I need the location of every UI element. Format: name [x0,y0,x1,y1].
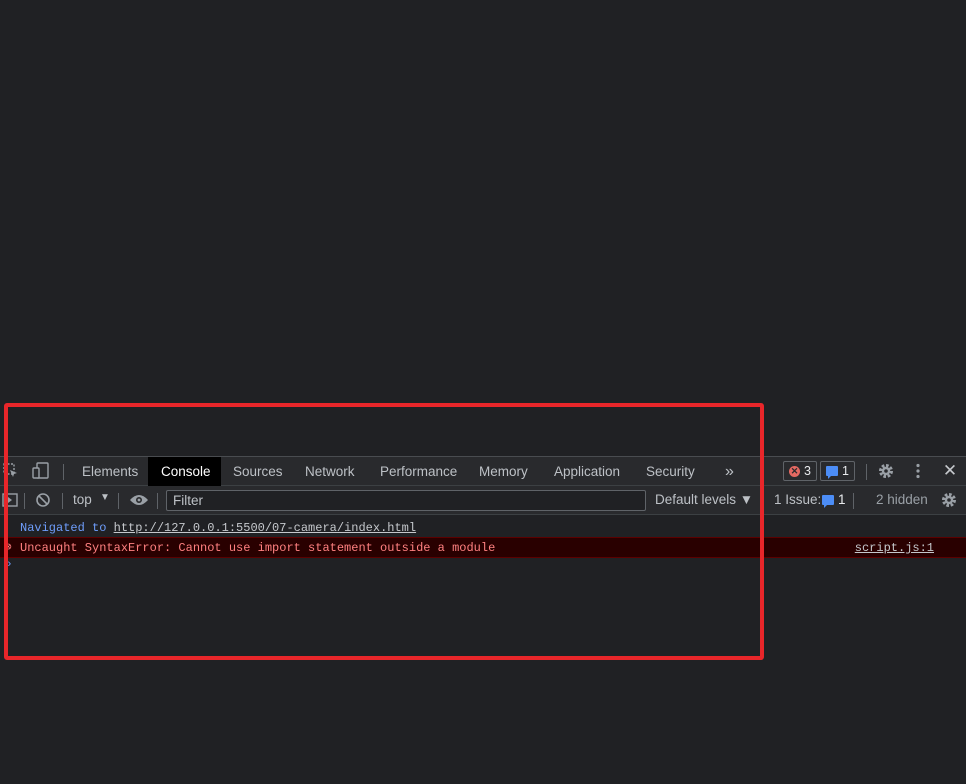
tab-elements[interactable]: Elements [74,457,146,486]
message-count-badge[interactable]: 1 [820,461,855,481]
message-icon [822,494,834,508]
divider [866,464,867,480]
error-icon: ✕ [789,465,800,477]
divider [118,493,119,509]
console-toolbar: top ▼ Default levels ▼ 1 Issue: 1 2 hidd… [0,486,966,515]
settings-gear-icon[interactable] [877,462,895,480]
sidebar-toggle-icon[interactable] [2,493,18,512]
console-output[interactable]: Navigated to http://127.0.0.1:5500/07-ca… [0,515,966,784]
log-levels-dropdown[interactable]: Default levels ▼ [655,492,753,507]
filter-input[interactable] [166,490,646,511]
message-count: 1 [842,464,849,478]
device-toolbar-icon[interactable] [32,462,50,480]
console-prompt-icon[interactable]: › [6,559,13,571]
divider [62,493,63,509]
error-text: Uncaught SyntaxError: Cannot use import … [20,541,496,555]
tab-performance[interactable]: Performance [372,457,465,486]
error-source-link[interactable]: script.js:1 [855,538,934,559]
eye-icon[interactable] [129,493,149,512]
divider [762,493,763,509]
clear-console-icon[interactable] [35,492,51,513]
inspect-element-icon[interactable] [2,462,20,480]
tab-console[interactable]: Console [148,457,221,486]
message-icon [826,466,838,479]
divider [853,493,854,509]
tab-security[interactable]: Security [638,457,703,486]
chevron-down-icon: ▼ [100,492,110,503]
issues-label[interactable]: 1 Issue: [774,492,821,507]
console-navigation-message: Navigated to http://127.0.0.1:5500/07-ca… [0,519,966,537]
console-error-message: ⊗ Uncaught SyntaxError: Cannot use impor… [0,537,966,558]
divider [24,493,25,509]
more-tabs-button[interactable]: » [717,457,742,486]
error-icon: ⊗ [5,542,12,554]
tab-sources[interactable]: Sources [225,457,291,486]
divider [63,464,64,480]
divider [157,493,158,509]
context-selector[interactable]: top [73,492,92,507]
tab-application[interactable]: Application [546,457,628,486]
console-settings-gear-icon[interactable] [940,491,958,514]
nav-prefix: Navigated to [20,521,107,535]
devtools-tabbar: Elements Console Sources Network Perform… [0,456,966,486]
tab-memory[interactable]: Memory [471,457,536,486]
more-options-icon[interactable] [909,462,927,480]
close-icon[interactable]: ✕ [941,461,959,480]
error-count-badge[interactable]: ✕ 3 [783,461,817,481]
issues-count: 1 [838,492,846,507]
page-viewport [0,0,966,456]
hidden-messages-count: 2 hidden [876,492,928,507]
nav-url-link[interactable]: http://127.0.0.1:5500/07-camera/index.ht… [114,521,416,535]
error-count: 3 [804,464,811,478]
tab-network[interactable]: Network [297,457,363,486]
issues-badge[interactable]: 1 [822,492,846,508]
